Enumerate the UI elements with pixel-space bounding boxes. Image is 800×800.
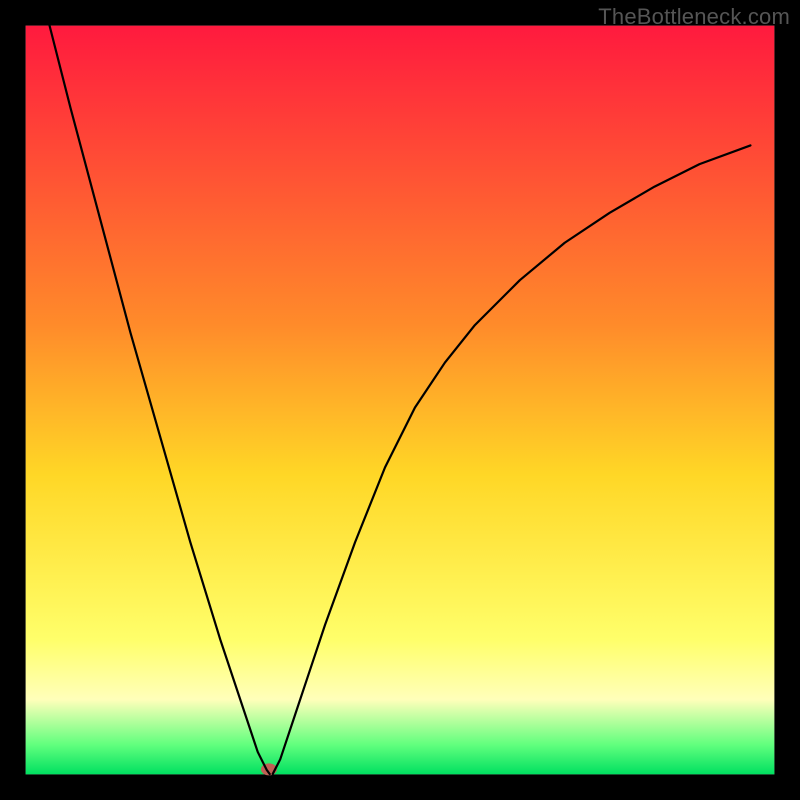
- gradient-background: [26, 26, 775, 775]
- plot-area: [13, 13, 787, 787]
- bottleneck-chart: TheBottleneck.com: [0, 0, 800, 800]
- branding-label: TheBottleneck.com: [598, 4, 790, 30]
- chart-svg: [0, 0, 800, 800]
